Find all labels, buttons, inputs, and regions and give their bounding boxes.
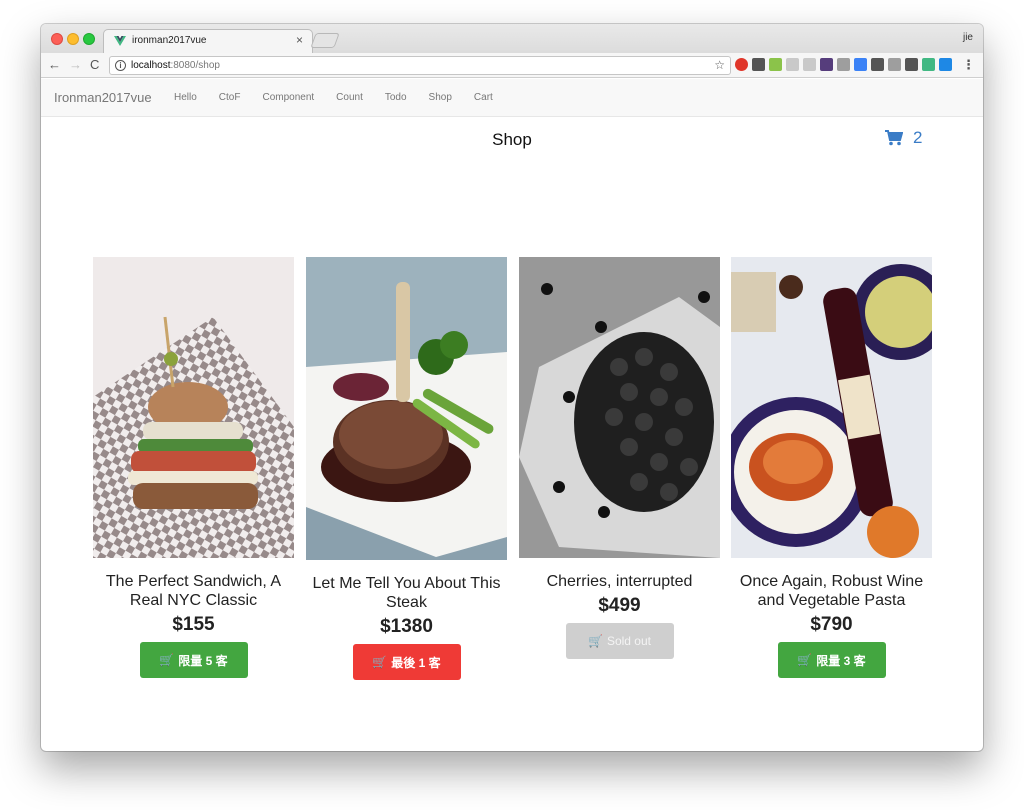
- product-name[interactable]: Let Me Tell You About This Steak: [306, 574, 507, 612]
- maximize-window-button[interactable]: [83, 33, 95, 45]
- browser-window: ironman2017vue × jie ← → C i localhost:8…: [41, 24, 983, 751]
- new-tab-button[interactable]: [310, 33, 340, 48]
- bookmark-star-icon[interactable]: ☆: [714, 58, 725, 72]
- browser-tab[interactable]: ironman2017vue ×: [103, 29, 313, 53]
- sold-out-button[interactable]: 🛒 Sold out: [565, 623, 674, 659]
- forward-arrow-icon[interactable]: →: [69, 57, 82, 73]
- add-to-cart-button[interactable]: 🛒 限量 5 客: [139, 642, 248, 678]
- extension-icon[interactable]: [939, 58, 952, 71]
- nav-link-shop[interactable]: Shop: [429, 92, 452, 103]
- cart-icon: 🛒: [159, 653, 175, 667]
- cart-icon: [885, 130, 903, 146]
- extension-icon[interactable]: [837, 58, 850, 71]
- product-price: $790: [810, 614, 853, 635]
- navbar-brand[interactable]: Ironman2017vue: [54, 90, 152, 105]
- cart-icon: 🛒: [797, 653, 813, 667]
- tab-title: ironman2017vue: [132, 35, 207, 46]
- extension-icon[interactable]: [752, 58, 765, 71]
- url-text[interactable]: localhost:8080/shop: [131, 60, 220, 71]
- sandwich-photo: [93, 257, 294, 558]
- cart-icon: 🛒: [372, 655, 388, 669]
- info-icon[interactable]: i: [115, 60, 126, 71]
- nav-link-cart[interactable]: Cart: [474, 92, 493, 103]
- extension-icon[interactable]: [803, 58, 816, 71]
- extension-icon[interactable]: [871, 58, 884, 71]
- tab-close-icon[interactable]: ×: [296, 33, 303, 47]
- nav-link-ctof[interactable]: CtoF: [219, 92, 241, 103]
- browser-menu-icon[interactable]: ⋮: [962, 57, 975, 73]
- product-price: $499: [598, 595, 641, 616]
- product-name[interactable]: The Perfect Sandwich, A Real NYC Classic: [93, 572, 294, 610]
- cart-icon: 🛒: [588, 634, 603, 648]
- extension-icon[interactable]: [888, 58, 901, 71]
- title-bar: ironman2017vue × jie: [41, 24, 983, 53]
- browser-toolbar: ← → C i localhost:8080/shop ☆ ⋮: [41, 53, 983, 78]
- product-name[interactable]: Once Again, Robust Wine and Vegetable Pa…: [731, 572, 932, 610]
- address-bar[interactable]: i localhost:8080/shop ☆: [109, 56, 731, 75]
- vue-logo-icon: [114, 36, 126, 46]
- minimize-window-button[interactable]: [67, 33, 79, 45]
- extension-icon[interactable]: [786, 58, 799, 71]
- product-grid: The Perfect Sandwich, A Real NYC Classic…: [93, 257, 932, 717]
- nav-link-todo[interactable]: Todo: [385, 92, 407, 103]
- product-card: Cherries, interrupted $499 🛒 Sold out: [519, 257, 720, 659]
- steak-photo: [306, 257, 507, 560]
- cart-count: 2: [913, 128, 923, 147]
- product-card: Once Again, Robust Wine and Vegetable Pa…: [731, 257, 932, 678]
- extension-icon[interactable]: [735, 58, 748, 71]
- extension-icon[interactable]: [854, 58, 867, 71]
- extension-icons: [735, 58, 952, 71]
- extension-icon[interactable]: [922, 58, 935, 71]
- app-navbar: Ironman2017vue Hello CtoF Component Coun…: [41, 79, 983, 117]
- product-price: $155: [172, 614, 215, 635]
- product-price: $1380: [380, 616, 433, 637]
- nav-links: Hello CtoF Component Count Todo Shop Car…: [174, 92, 515, 103]
- back-arrow-icon[interactable]: ←: [48, 57, 61, 73]
- extension-icon[interactable]: [820, 58, 833, 71]
- page-title: Shop: [492, 130, 532, 149]
- cherries-photo: [519, 257, 720, 558]
- profile-name[interactable]: jie: [963, 32, 973, 43]
- pasta-wine-photo: [731, 257, 932, 558]
- add-to-cart-button[interactable]: 🛒 限量 3 客: [777, 642, 886, 678]
- nav-link-count[interactable]: Count: [336, 92, 363, 103]
- nav-link-hello[interactable]: Hello: [174, 92, 197, 103]
- extension-icon[interactable]: [769, 58, 782, 71]
- reload-icon[interactable]: C: [90, 57, 99, 73]
- extension-icon[interactable]: [905, 58, 918, 71]
- product-card: The Perfect Sandwich, A Real NYC Classic…: [93, 257, 294, 678]
- close-window-button[interactable]: [51, 33, 63, 45]
- cart-widget[interactable]: 2: [885, 128, 922, 148]
- add-to-cart-button[interactable]: 🛒 最後 1 客: [352, 644, 461, 680]
- product-name[interactable]: Cherries, interrupted: [519, 572, 720, 591]
- nav-link-component[interactable]: Component: [262, 92, 314, 103]
- product-card: Let Me Tell You About This Steak $1380 🛒…: [306, 257, 507, 680]
